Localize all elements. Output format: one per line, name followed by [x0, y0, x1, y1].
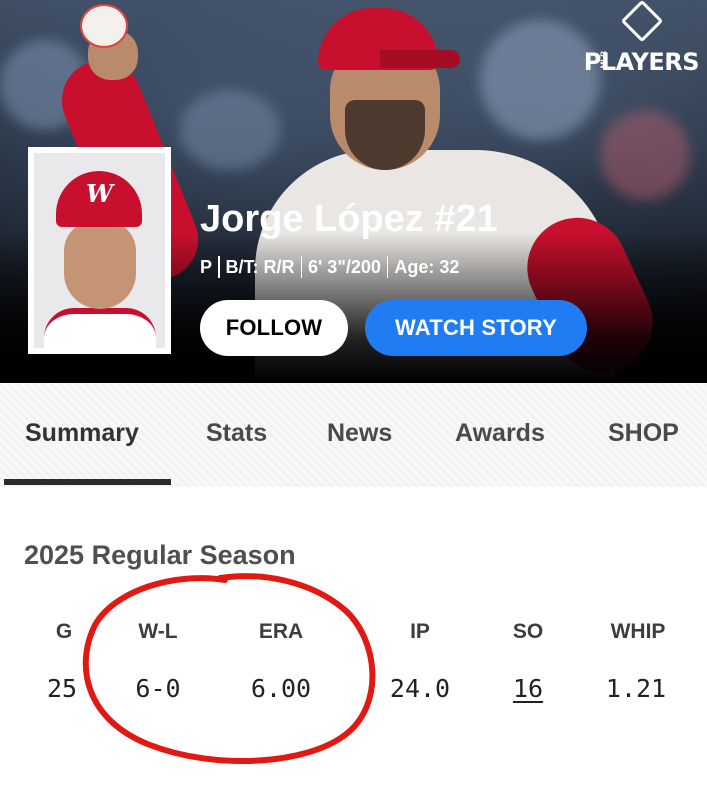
player-name: Jorge López #21: [200, 198, 498, 240]
player-bio-line: P B/T: R/R 6' 3"/200 Age: 32: [200, 256, 459, 278]
profile-tab-bar: Summary Stats News Awards SHOP: [0, 383, 707, 487]
divider: [300, 256, 303, 278]
stat-header-whip: WHIP: [610, 620, 666, 643]
player-age: Age: 32: [394, 256, 460, 277]
stat-header-era: ERA: [258, 620, 304, 643]
headshot-jersey: [44, 308, 156, 348]
stat-value-era: 6.00: [250, 674, 312, 703]
tab-news[interactable]: News: [327, 419, 392, 448]
player-height-weight: 6' 3"/200: [308, 256, 381, 277]
tab-summary[interactable]: Summary: [25, 419, 139, 448]
background-blur: [600, 110, 690, 200]
tab-stats[interactable]: Stats: [206, 419, 267, 448]
stat-value-so-link[interactable]: 16: [513, 674, 543, 703]
player-hero-banner: MLB PLAYERS W Jorge López #21 P B/T: R/R…: [0, 0, 707, 383]
active-tab-indicator: [4, 479, 171, 485]
stat-header-wl: W-L: [138, 620, 178, 643]
pitcher-cap-bill: [380, 50, 460, 68]
stat-value-ip: 24.0: [389, 674, 451, 703]
background-blur: [180, 90, 280, 170]
stat-value-whip: 1.21: [605, 674, 667, 703]
tab-shop[interactable]: SHOP: [608, 419, 679, 448]
stat-header-ip: IP: [410, 620, 430, 643]
player-position: P: [200, 256, 213, 277]
season-title: 2025 Regular Season: [24, 540, 296, 570]
divider: [218, 256, 220, 278]
baseball-icon: [80, 4, 128, 48]
mlb-players-logo: MLB PLAYERS: [579, 0, 700, 76]
stat-value-g: 25: [46, 674, 78, 703]
headshot-face: [64, 221, 136, 309]
stat-value-wl: 6-0: [135, 674, 181, 703]
player-bats-throws: B/T: R/R: [225, 256, 295, 277]
stat-header-g: G: [55, 620, 73, 643]
annotation-stroke: [82, 573, 376, 764]
follow-button[interactable]: FOLLOW: [200, 300, 348, 356]
divider: [386, 256, 389, 278]
diamond-logo-icon: [620, 0, 664, 43]
watch-story-button[interactable]: WATCH STORY: [365, 300, 587, 356]
nationals-logo-icon: W: [86, 179, 113, 208]
stat-header-so: SO: [512, 620, 544, 643]
player-headshot: W: [28, 147, 171, 354]
logo-text: PLAYERS: [583, 48, 700, 76]
tab-awards[interactable]: Awards: [455, 419, 545, 448]
